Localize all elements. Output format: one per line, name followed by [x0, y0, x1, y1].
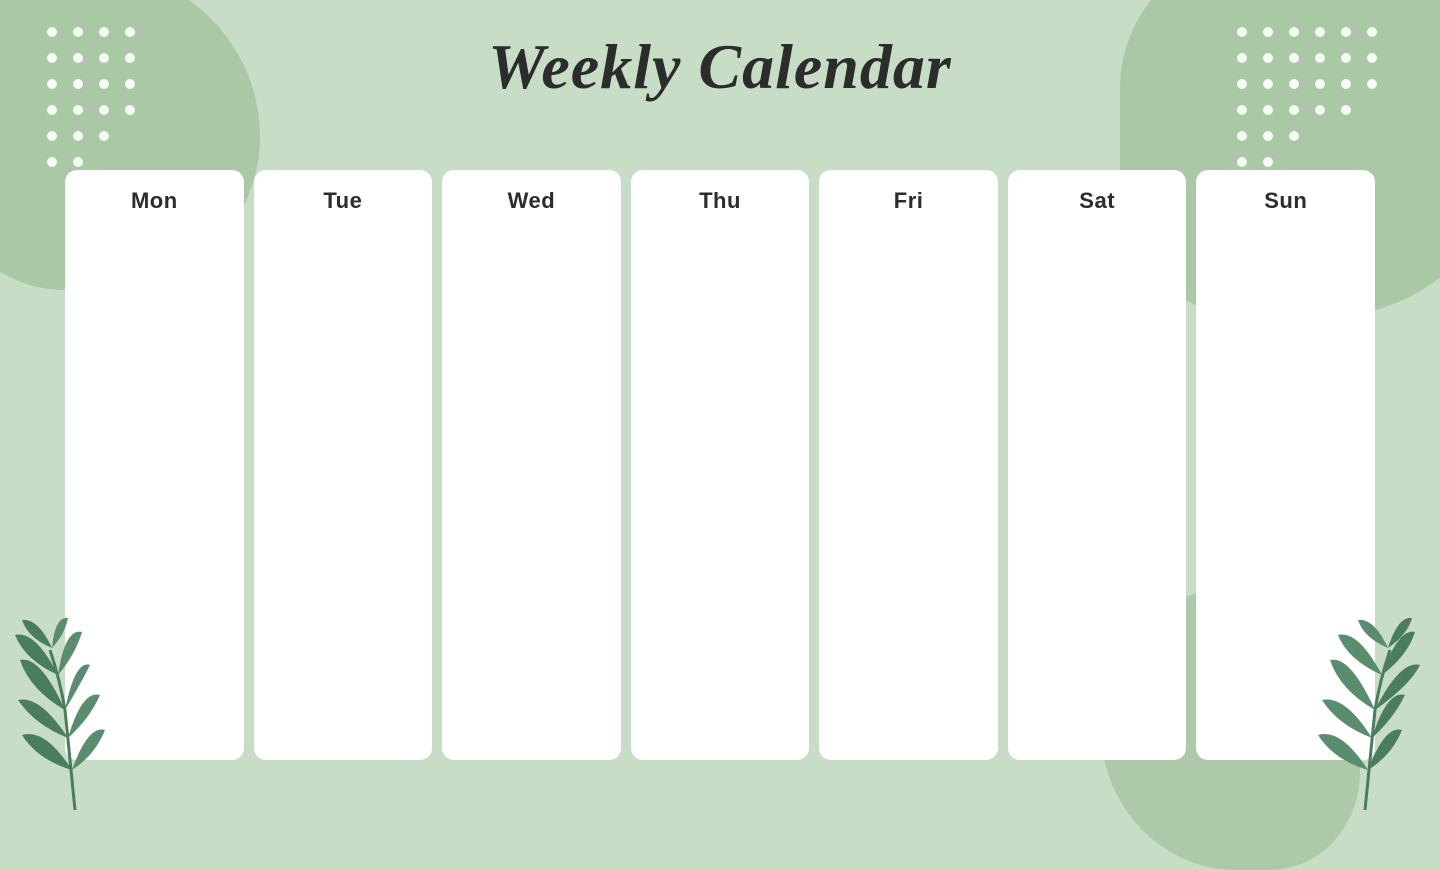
- day-column-wed[interactable]: Wed: [442, 170, 621, 760]
- day-label-thu: Thu: [641, 188, 800, 214]
- day-label-tue: Tue: [264, 188, 423, 214]
- day-column-fri[interactable]: Fri: [819, 170, 998, 760]
- day-column-thu[interactable]: Thu: [631, 170, 810, 760]
- day-column-sat[interactable]: Sat: [1008, 170, 1187, 760]
- calendar-grid: Mon Tue Wed Thu Fri Sat Sun: [65, 170, 1375, 760]
- leaf-decoration-left: [0, 610, 150, 810]
- day-label-wed: Wed: [452, 188, 611, 214]
- day-label-sat: Sat: [1018, 188, 1177, 214]
- day-label-sun: Sun: [1206, 188, 1365, 214]
- day-label-fri: Fri: [829, 188, 988, 214]
- dots-decoration-left: [40, 20, 160, 185]
- leaf-decoration-right: [1290, 610, 1440, 810]
- page-title: Weekly Calendar: [488, 30, 952, 104]
- day-column-tue[interactable]: Tue: [254, 170, 433, 760]
- dots-decoration-right: [1230, 20, 1380, 185]
- day-label-mon: Mon: [75, 188, 234, 214]
